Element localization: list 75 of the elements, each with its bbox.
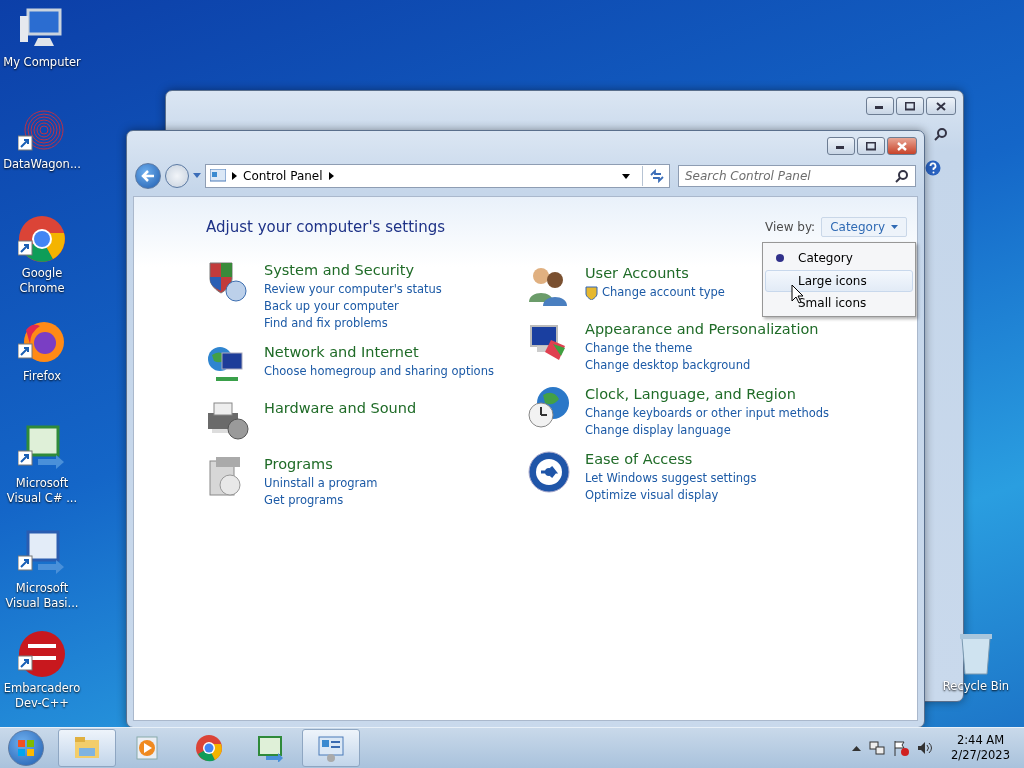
minimize-button[interactable] [827, 137, 855, 155]
close-button[interactable] [887, 137, 917, 155]
maximize-button[interactable] [857, 137, 885, 155]
control-panel-icon [317, 734, 345, 762]
refresh-icon[interactable] [649, 169, 665, 183]
category-link[interactable]: Change display language [585, 423, 731, 438]
maximize-icon [905, 101, 915, 111]
desktop-icon-label[interactable]: DataWagon... [0, 157, 84, 172]
category-title[interactable]: User Accounts [585, 264, 725, 283]
category-link[interactable]: Choose homegroup and sharing options [264, 364, 494, 379]
radio-dot-icon [776, 253, 784, 262]
address-bar[interactable]: Control Panel [205, 164, 670, 188]
chevron-right-icon [328, 172, 334, 180]
maximize-icon [866, 141, 876, 151]
back-button[interactable] [135, 163, 161, 189]
search-icon [934, 127, 948, 141]
windows-logo [17, 739, 35, 757]
back-arrow-icon [141, 170, 155, 182]
speaker-icon[interactable] [917, 740, 934, 756]
category-link[interactable]: Optimize visual display [585, 488, 719, 503]
start-button[interactable] [8, 730, 44, 766]
help-icon[interactable] [925, 160, 941, 176]
desktop-icon-label[interactable]: Google Chrome [0, 266, 84, 296]
category-link[interactable]: Back up your computer [264, 299, 399, 314]
forward-button[interactable] [165, 164, 189, 188]
category-link[interactable]: Change desktop background [585, 358, 751, 373]
desktop-icon-label[interactable]: Firefox [0, 369, 84, 384]
close-icon [897, 141, 907, 151]
category-link[interactable]: Find and fix problems [264, 316, 388, 331]
category-link[interactable]: Change the theme [585, 341, 693, 356]
page-heading: Adjust your computer's settings [206, 218, 446, 236]
action-center-flag-icon[interactable] [893, 740, 910, 756]
category-title[interactable]: Ease of Access [585, 450, 757, 469]
desktop-icon-label[interactable]: Microsoft Visual Basi... [0, 581, 84, 611]
category-link[interactable]: Let Windows suggest settings [585, 471, 757, 486]
minimize-button[interactable] [866, 97, 894, 115]
category-title[interactable]: Appearance and Personalization [585, 320, 819, 339]
category-title[interactable]: Network and Internet [264, 343, 494, 362]
menu-item[interactable]: Small icons [765, 292, 913, 314]
show-hidden-icons-icon[interactable] [852, 745, 862, 751]
category-link[interactable]: Get programs [264, 493, 344, 508]
close-button[interactable] [926, 97, 956, 115]
clock-time: 2:44 AM [956, 733, 1005, 748]
category-link[interactable]: Review your computer's status [264, 282, 442, 297]
control-panel-icon [210, 169, 226, 183]
chevron-right-icon [232, 172, 237, 180]
desktop-icon-label[interactable]: Embarcadero Dev-C++ [0, 681, 84, 711]
category-title[interactable]: System and Security [264, 261, 442, 280]
dropdown-arrow-icon[interactable] [622, 173, 630, 179]
view-by-label: View by: [765, 220, 816, 234]
caret-icon [891, 225, 898, 229]
taskbar-button[interactable] [302, 729, 360, 767]
category-link[interactable]: Uninstall a program [264, 476, 378, 491]
search-field[interactable]: Search Control Panel [678, 165, 916, 187]
search-icon [895, 169, 909, 183]
view-by-dropdown[interactable]: Category [821, 217, 907, 237]
breadcrumb[interactable]: Control Panel [243, 169, 323, 183]
category-title[interactable]: Clock, Language, and Region [585, 385, 830, 404]
chrome-icon [195, 734, 223, 762]
clock-date: 2/27/2023 [951, 748, 1010, 763]
menu-item[interactable]: Category [765, 245, 913, 270]
maximize-button[interactable] [896, 97, 924, 115]
recycle-bin-icon [958, 632, 994, 676]
close-icon [936, 101, 946, 111]
menu-item[interactable]: Large icons [765, 270, 913, 292]
category-link[interactable]: Change account type [602, 285, 725, 300]
uac-shield-icon [585, 285, 598, 300]
desktop-icon-label[interactable]: Microsoft Visual C# ... [0, 476, 84, 506]
network-icon[interactable] [869, 740, 886, 756]
clock[interactable]: 2:44 AM 2/27/2023 [951, 733, 1010, 763]
category-title[interactable]: Hardware and Sound [264, 399, 417, 418]
csharp-icon [256, 734, 284, 762]
desktop-icon-label[interactable]: My Computer [0, 55, 84, 70]
category-title[interactable]: Programs [264, 455, 378, 474]
category-link[interactable]: Change keyboards or other input methods [585, 406, 830, 421]
